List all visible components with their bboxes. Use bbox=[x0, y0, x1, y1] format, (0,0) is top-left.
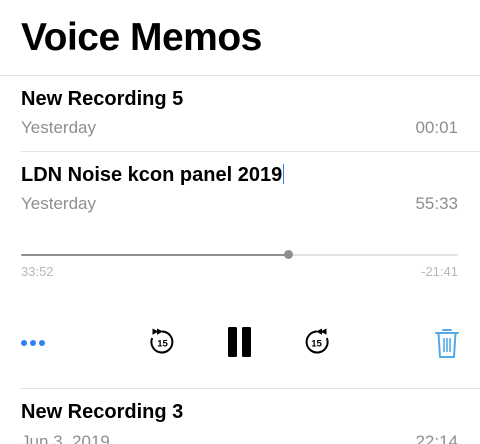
recording-duration: 22:14 bbox=[415, 432, 458, 444]
recording-duration: 00:01 bbox=[415, 118, 458, 137]
recording-date: Jun 3, 2019 bbox=[21, 432, 110, 444]
more-ellipsis-icon[interactable] bbox=[20, 336, 46, 350]
elapsed-time: 33:52 bbox=[21, 264, 54, 279]
page-title: Voice Memos bbox=[21, 16, 262, 59]
remaining-time: -21:41 bbox=[421, 264, 458, 279]
skip-back-15-button[interactable]: 15 bbox=[147, 327, 177, 357]
playback-scrubber[interactable] bbox=[21, 250, 458, 259]
skip-forward-label: 15 bbox=[311, 339, 322, 350]
divider bbox=[0, 75, 480, 76]
recording-date: Yesterday bbox=[21, 118, 96, 137]
skip-back-15-icon: 15 bbox=[150, 328, 174, 354]
pause-icon[interactable] bbox=[227, 326, 253, 358]
recording-title: New Recording 3 bbox=[21, 401, 184, 423]
skip-forward-15-icon: 15 bbox=[305, 328, 329, 354]
recording-duration: 55:33 bbox=[415, 194, 458, 213]
scrubber-progress bbox=[21, 254, 288, 256]
scrubber-handle[interactable] bbox=[283, 250, 293, 259]
recording-title: New Recording 5 bbox=[21, 88, 184, 110]
skip-forward-15-button[interactable]: 15 bbox=[302, 327, 332, 357]
divider bbox=[21, 388, 480, 389]
trash-icon[interactable] bbox=[434, 327, 460, 359]
skip-back-label: 15 bbox=[157, 339, 168, 350]
recording-date: Yesterday bbox=[21, 194, 96, 213]
voice-memos-screen: Voice Memos New Recording 5 Yesterday 00… bbox=[0, 0, 480, 444]
divider bbox=[21, 151, 480, 152]
recording-title: LDN Noise kcon panel 2019 bbox=[21, 164, 283, 186]
text-cursor bbox=[283, 164, 285, 184]
recording-title-field[interactable]: LDN Noise kcon panel 2019 bbox=[21, 163, 285, 187]
